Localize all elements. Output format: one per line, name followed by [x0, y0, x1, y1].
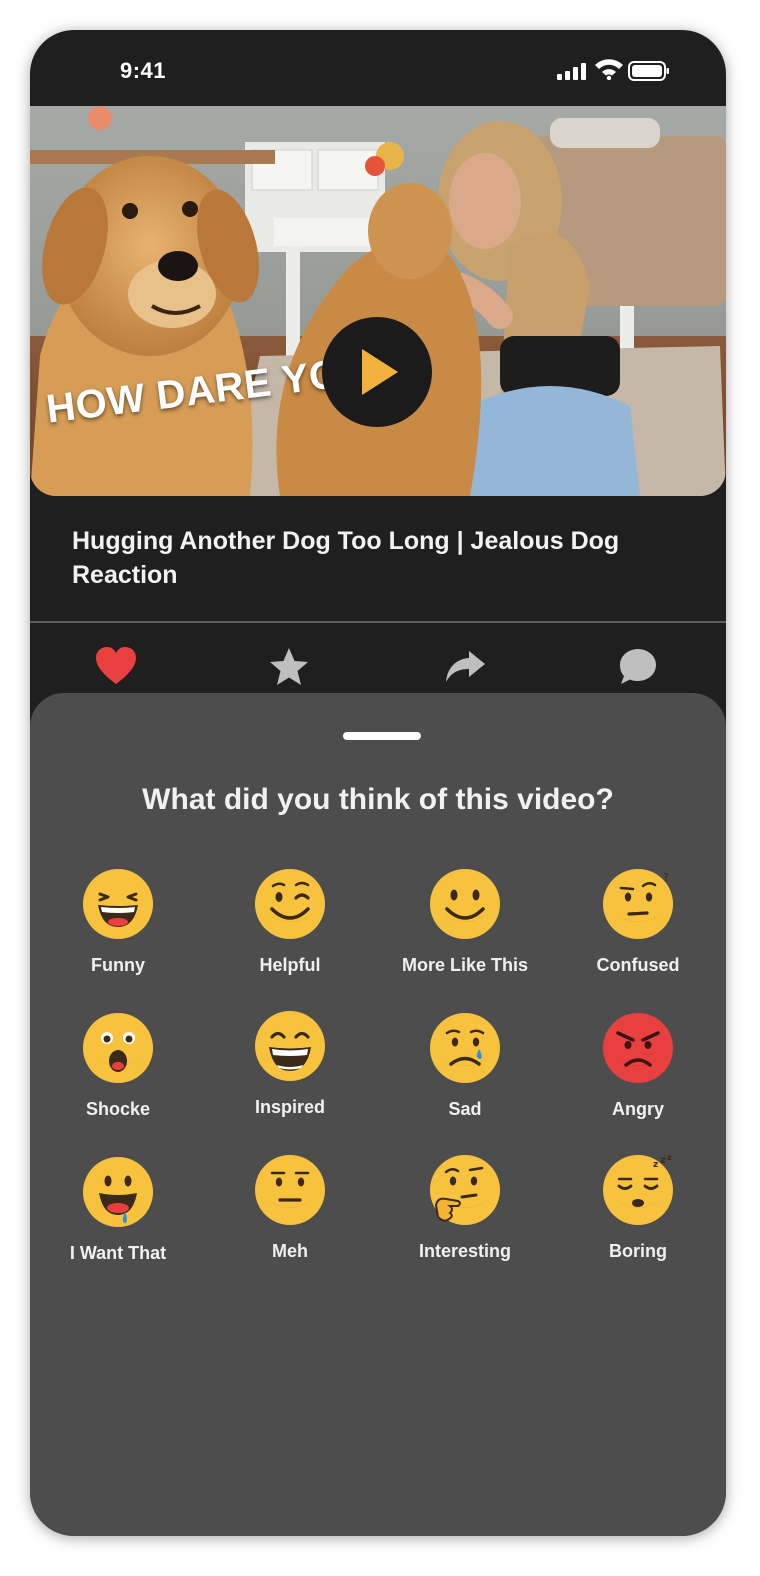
video-title: Hugging Another Dog Too Long | Jealous D… — [72, 527, 620, 589]
reaction-shocke[interactable]: Shocke — [32, 1011, 204, 1120]
reaction-meh[interactable]: Meh — [204, 1153, 376, 1262]
shocked-face-icon — [83, 1013, 153, 1083]
sheet-title: What did you think of this video? — [142, 783, 614, 816]
neutral-face-icon — [255, 1155, 325, 1225]
drooling-face-icon — [83, 1157, 153, 1227]
reaction-label: Boring — [609, 1241, 667, 1261]
comment-icon[interactable] — [616, 645, 660, 689]
reaction-confused[interactable]: ? Confused — [552, 867, 724, 976]
reaction-label: Inspired — [254, 1097, 325, 1117]
reaction-funny[interactable]: Funny — [32, 867, 204, 976]
sleeping-face-icon: z z z — [603, 1153, 673, 1225]
status-time: 9:41 — [120, 58, 167, 83]
reaction-interesting[interactable]: Interesting — [379, 1153, 551, 1262]
reaction-i-want-that[interactable]: I Want That — [32, 1155, 204, 1264]
star-icon[interactable] — [267, 645, 311, 689]
grinning-face-icon — [255, 1011, 325, 1081]
reaction-helpful[interactable]: Helpful — [204, 867, 376, 976]
reaction-sad[interactable]: Sad — [379, 1011, 551, 1120]
reaction-boring[interactable]: z z z Boring — [552, 1153, 724, 1262]
signal-icon — [557, 62, 587, 80]
svg-text:?: ? — [663, 871, 669, 884]
svg-text:z: z — [667, 1153, 672, 1162]
wifi-icon — [595, 59, 623, 80]
winking-face-icon — [255, 869, 325, 939]
reaction-label: Meh — [272, 1241, 308, 1261]
confused-face-icon: ? — [603, 869, 673, 939]
reaction-more-like-this[interactable]: More Like This — [379, 867, 551, 976]
reaction-label: Interesting — [418, 1241, 511, 1261]
reaction-label: Angry — [611, 1099, 664, 1119]
thinking-face-icon — [430, 1155, 500, 1225]
reaction-inspired[interactable]: Inspired — [204, 1009, 376, 1118]
phone-frame: 9:41 HOW DARE YOU Hugging Another Dog To… — [30, 30, 726, 1536]
action-bar — [30, 623, 726, 703]
reaction-label: More Like This — [401, 955, 529, 975]
video-thumbnail[interactable]: HOW DARE YOU — [30, 106, 726, 496]
share-icon[interactable] — [443, 645, 487, 689]
svg-text:z: z — [653, 1160, 658, 1170]
reaction-label: Funny — [91, 955, 145, 975]
reaction-angry[interactable]: Angry — [552, 1011, 724, 1120]
play-icon — [362, 349, 398, 395]
reaction-label: Helpful — [259, 955, 321, 975]
reaction-sheet: What did you think of this video? Funny — [30, 693, 726, 1536]
reaction-label: I Want That — [69, 1243, 167, 1263]
battery-icon — [628, 61, 669, 81]
thumbnail-image — [30, 106, 726, 496]
smiling-face-icon — [430, 869, 500, 939]
angry-face-icon — [603, 1013, 673, 1083]
play-button[interactable] — [322, 317, 432, 427]
reaction-label: Shocke — [85, 1099, 151, 1119]
heart-icon[interactable] — [94, 645, 138, 689]
crying-face-icon — [430, 1013, 500, 1083]
svg-text:z: z — [660, 1155, 666, 1166]
laughing-face-icon — [83, 869, 153, 939]
status-bar: 9:41 — [30, 30, 726, 106]
sheet-drag-handle[interactable] — [343, 732, 421, 740]
reaction-label: Sad — [448, 1099, 482, 1119]
reaction-label: Confused — [596, 955, 680, 975]
